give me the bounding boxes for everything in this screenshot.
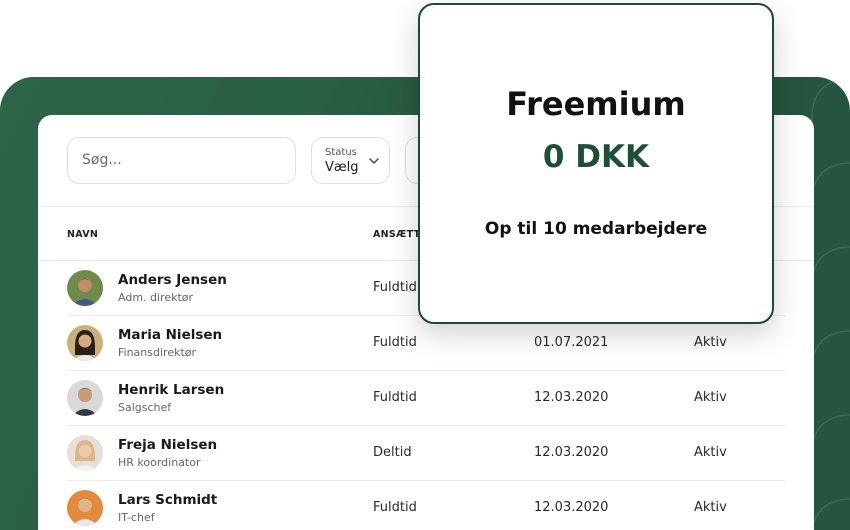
employment-type: Fuldtid	[373, 390, 417, 405]
start-date: 12.03.2020	[534, 500, 609, 515]
plan-price: 0 DKK	[542, 139, 650, 175]
start-date: 12.03.2020	[534, 390, 609, 405]
status-filter-select[interactable]: Status Vælg	[311, 137, 390, 184]
employee-name: Freja Nielsen	[118, 437, 218, 453]
employee-name: Maria Nielsen	[118, 327, 223, 343]
avatar	[67, 435, 103, 471]
avatar	[67, 270, 103, 306]
table-row[interactable]: Maria Nielsen Finansdirektør Fuldtid 01.…	[38, 316, 814, 371]
status-value: Aktiv	[694, 445, 727, 460]
employment-type: Deltid	[373, 445, 412, 460]
search-input[interactable]: Søg...	[67, 137, 296, 184]
start-date: 12.03.2020	[534, 445, 609, 460]
employee-name: Henrik Larsen	[118, 382, 225, 398]
table-row[interactable]: Freja Nielsen HR koordinator Deltid 12.0…	[38, 426, 814, 481]
avatar	[67, 325, 103, 361]
employee-role: IT-chef	[118, 511, 155, 524]
employee-name: Anders Jensen	[118, 272, 227, 288]
avatar	[67, 380, 103, 416]
status-value: Aktiv	[694, 390, 727, 405]
table-row[interactable]: Lars Schmidt IT-chef Fuldtid 12.03.2020 …	[38, 481, 814, 530]
start-date: 01.07.2021	[534, 335, 609, 350]
employee-role: HR koordinator	[118, 456, 201, 469]
employee-name: Lars Schmidt	[118, 492, 218, 508]
pricing-plan-card[interactable]: Freemium 0 DKK Op til 10 medarbejdere	[418, 3, 774, 324]
plan-name: Freemium	[506, 85, 686, 123]
status-filter-label: Status	[325, 147, 357, 158]
employment-type: Fuldtid	[373, 280, 417, 295]
employment-type: Fuldtid	[373, 500, 417, 515]
employment-type: Fuldtid	[373, 335, 417, 350]
status-value: Aktiv	[694, 335, 727, 350]
status-value: Aktiv	[694, 500, 727, 515]
employee-role: Salgschef	[118, 401, 172, 414]
plan-description: Op til 10 medarbejdere	[484, 219, 708, 239]
column-header-name: NAVN	[67, 229, 99, 240]
table-row[interactable]: Henrik Larsen Salgschef Fuldtid 12.03.20…	[38, 371, 814, 426]
chevron-down-icon	[369, 158, 379, 164]
employee-role: Finansdirektør	[118, 346, 197, 359]
status-filter-value: Vælg	[325, 160, 359, 175]
avatar	[67, 490, 103, 526]
employee-role: Adm. direktør	[118, 291, 194, 304]
